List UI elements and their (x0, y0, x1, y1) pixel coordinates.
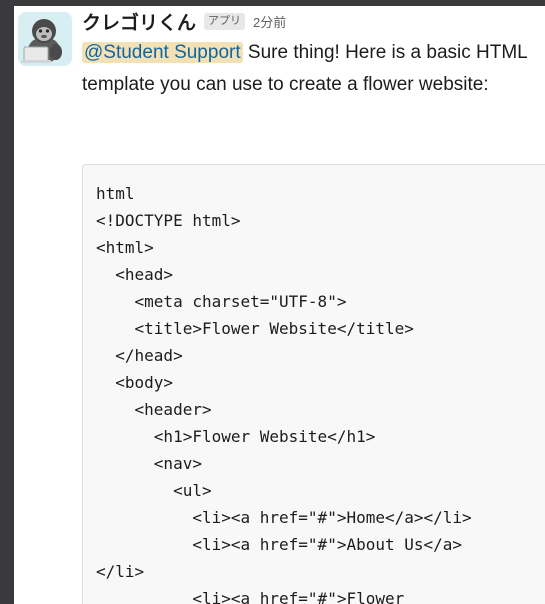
code-line: <li><a href="#">Flower (96, 589, 405, 604)
message-content: クレゴリくん アプリ 2分前 @Student Support Sure thi… (82, 6, 545, 604)
code-line: <nav> (96, 454, 202, 473)
code-line: <header> (96, 400, 212, 419)
code-line: <h1>Flower Website</h1> (96, 427, 376, 446)
user-mention[interactable]: @Student Support (82, 42, 243, 63)
app-badge: アプリ (204, 12, 246, 30)
chat-message: クレゴリくん アプリ 2分前 @Student Support Sure thi… (14, 6, 545, 604)
bot-avatar[interactable] (18, 12, 72, 66)
code-line: <title>Flower Website</title> (96, 319, 414, 338)
code-line: <html> (96, 238, 154, 257)
code-line: </li> (96, 562, 145, 581)
code-line: <li><a href="#">About Us</a> (96, 535, 463, 554)
code-line: <body> (96, 373, 174, 392)
code-line: <head> (96, 265, 174, 284)
message-timestamp[interactable]: 2分前 (253, 12, 286, 31)
code-line: </head> (96, 346, 183, 365)
code-line: <li><a href="#">Home</a></li> (96, 508, 472, 527)
message-text: @Student Support Sure thing! Here is a b… (82, 37, 542, 101)
gorilla-with-laptop-icon (18, 12, 72, 66)
sender-name[interactable]: クレゴリくん (82, 8, 196, 35)
message-header: クレゴリくん アプリ 2分前 (82, 6, 545, 36)
code-line: <ul> (96, 481, 212, 500)
code-line: <!DOCTYPE html> (96, 211, 241, 230)
left-rail (0, 0, 14, 604)
code-line: <meta charset="UTF-8"> (96, 292, 347, 311)
code-line: html (96, 184, 135, 203)
code-block: html <!DOCTYPE html> <html> <head> <meta… (82, 164, 545, 604)
